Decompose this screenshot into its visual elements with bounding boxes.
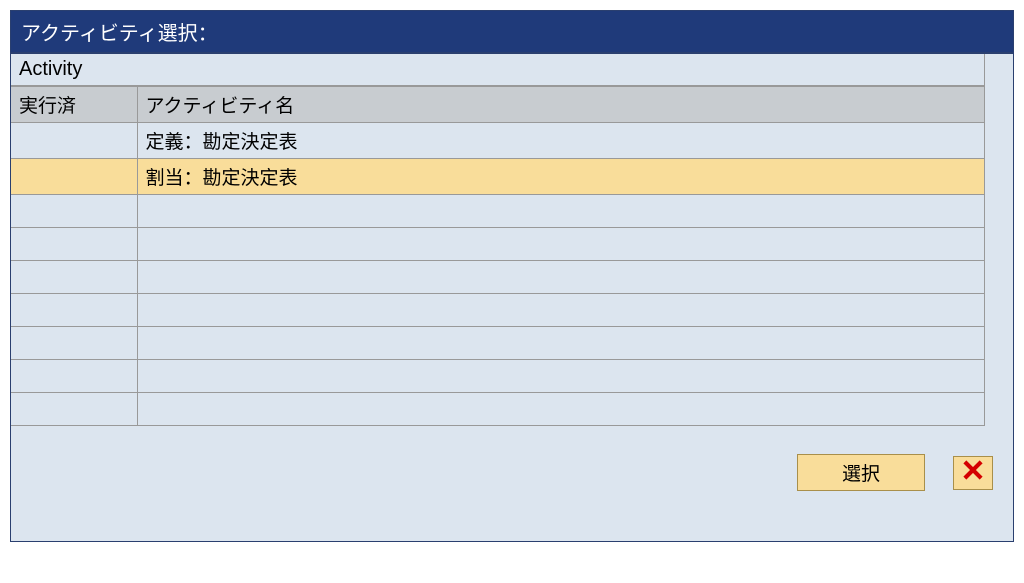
activity-select-dialog: アクティビティ選択： Activity 実行済 アクティビティ名 定義：勘定決定… — [10, 10, 1014, 542]
table-row[interactable] — [11, 261, 985, 294]
cell-activity-name — [137, 294, 985, 327]
scrollbar-gutter[interactable] — [985, 54, 1013, 426]
cell-executed — [11, 294, 137, 327]
cell-activity-name: 割当：勘定決定表 — [137, 159, 985, 195]
col-header-activity-name[interactable]: アクティビティ名 — [137, 87, 985, 123]
cell-activity-name — [137, 228, 985, 261]
cell-activity-name: 定義：勘定決定表 — [137, 123, 985, 159]
cell-executed — [11, 261, 137, 294]
cell-executed — [11, 159, 137, 195]
dialog-content: Activity 実行済 アクティビティ名 定義：勘定決定表 割当：勘定決 — [11, 54, 1013, 426]
activity-table: 実行済 アクティビティ名 定義：勘定決定表 割当：勘定決定表 — [11, 86, 985, 426]
cell-activity-name — [137, 261, 985, 294]
table-row[interactable] — [11, 327, 985, 360]
cell-executed — [11, 393, 137, 426]
cell-activity-name — [137, 360, 985, 393]
close-button[interactable] — [953, 456, 993, 490]
cell-activity-name — [137, 393, 985, 426]
cell-executed — [11, 195, 137, 228]
table-subtitle: Activity — [11, 54, 985, 86]
dialog-title: アクティビティ選択： — [11, 11, 1013, 54]
table-row[interactable] — [11, 228, 985, 261]
table-row[interactable] — [11, 294, 985, 327]
table-row[interactable]: 定義：勘定決定表 — [11, 123, 985, 159]
cell-executed — [11, 327, 137, 360]
select-button[interactable]: 選択 — [797, 454, 925, 491]
dialog-footer: 選択 — [11, 426, 1013, 541]
cell-executed — [11, 123, 137, 159]
cell-activity-name — [137, 327, 985, 360]
close-icon — [963, 460, 983, 485]
cell-activity-name — [137, 195, 985, 228]
table-row[interactable] — [11, 360, 985, 393]
table-row[interactable] — [11, 195, 985, 228]
table-row[interactable]: 割当：勘定決定表 — [11, 159, 985, 195]
col-header-executed[interactable]: 実行済 — [11, 87, 137, 123]
cell-executed — [11, 360, 137, 393]
table-row[interactable] — [11, 393, 985, 426]
table-wrap: Activity 実行済 アクティビティ名 定義：勘定決定表 割当：勘定決 — [11, 54, 985, 426]
cell-executed — [11, 228, 137, 261]
